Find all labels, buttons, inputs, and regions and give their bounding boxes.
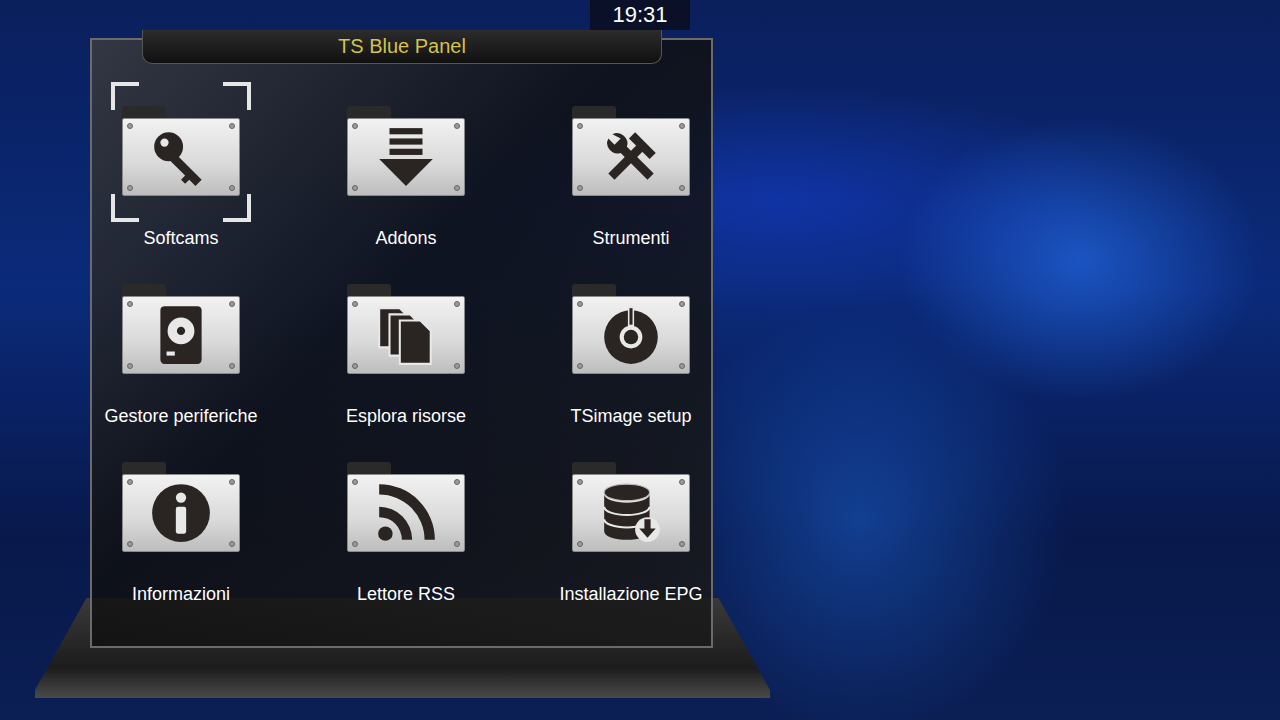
folder-body: [347, 296, 465, 374]
panel-item[interactable]: TSimage setup: [542, 260, 720, 428]
selection-frame[interactable]: [561, 438, 701, 578]
icon-grid: Softcams Addons Strumenti Gestore periferic…: [92, 40, 711, 606]
item-label[interactable]: Installazione EPG: [559, 582, 702, 606]
folder-body: [572, 296, 690, 374]
screw-icon: [352, 185, 358, 191]
selection-frame[interactable]: [336, 438, 476, 578]
screw-icon: [127, 363, 133, 369]
rss-icon: [373, 480, 439, 546]
epg-database-icon: [598, 480, 664, 546]
screw-icon: [454, 301, 460, 307]
panel-item[interactable]: Lettore RSS: [317, 438, 495, 606]
panel-item[interactable]: Softcams: [92, 82, 270, 250]
folder-icon[interactable]: [122, 106, 240, 198]
clock: 19:31: [590, 0, 690, 30]
screw-icon: [679, 479, 685, 485]
screw-icon: [229, 301, 235, 307]
screw-icon: [679, 541, 685, 547]
selection-frame[interactable]: [111, 438, 251, 578]
selection-frame[interactable]: [561, 82, 701, 222]
screw-icon: [577, 363, 583, 369]
folder-body: [572, 474, 690, 552]
selection-frame[interactable]: [111, 82, 251, 222]
selection-corner: [223, 194, 251, 222]
screw-icon: [352, 479, 358, 485]
panel-item[interactable]: Esplora risorse: [317, 260, 495, 428]
screw-icon: [577, 479, 583, 485]
screw-icon: [127, 185, 133, 191]
screw-icon: [229, 185, 235, 191]
download-icon: [373, 124, 439, 190]
panel-item[interactable]: Addons: [317, 82, 495, 250]
screw-icon: [127, 123, 133, 129]
screw-icon: [454, 363, 460, 369]
screw-icon: [454, 185, 460, 191]
item-label[interactable]: Gestore periferiche: [104, 404, 257, 428]
panel-title: TS Blue Panel: [142, 30, 662, 64]
folder-body: [122, 296, 240, 374]
screw-icon: [127, 301, 133, 307]
item-label[interactable]: Esplora risorse: [346, 404, 466, 428]
screw-icon: [577, 301, 583, 307]
folder-icon[interactable]: [572, 462, 690, 554]
screw-icon: [454, 541, 460, 547]
folder-icon[interactable]: [347, 284, 465, 376]
folder-icon[interactable]: [122, 284, 240, 376]
panel-item[interactable]: Strumenti: [542, 82, 720, 250]
item-label[interactable]: Softcams: [143, 226, 218, 250]
screw-icon: [454, 123, 460, 129]
item-label[interactable]: TSimage setup: [570, 404, 691, 428]
item-label[interactable]: Informazioni: [132, 582, 230, 606]
screw-icon: [679, 185, 685, 191]
screw-icon: [229, 123, 235, 129]
selection-frame[interactable]: [336, 260, 476, 400]
documents-icon: [373, 302, 439, 368]
screw-icon: [352, 363, 358, 369]
folder-body: [347, 118, 465, 196]
folder-icon[interactable]: [347, 462, 465, 554]
selection-corner: [223, 82, 251, 110]
screw-icon: [352, 123, 358, 129]
screw-icon: [577, 123, 583, 129]
panel-item[interactable]: Installazione EPG: [542, 438, 720, 606]
screw-icon: [229, 363, 235, 369]
screw-icon: [679, 123, 685, 129]
folder-body: [572, 118, 690, 196]
folder-icon[interactable]: [572, 106, 690, 198]
screw-icon: [454, 479, 460, 485]
folder-icon[interactable]: [122, 462, 240, 554]
key-icon: [148, 124, 214, 190]
folder-icon[interactable]: [347, 106, 465, 198]
screw-icon: [577, 185, 583, 191]
folder-body: [347, 474, 465, 552]
screw-icon: [127, 541, 133, 547]
screw-icon: [229, 479, 235, 485]
folder-icon[interactable]: [572, 284, 690, 376]
screw-icon: [127, 479, 133, 485]
item-label[interactable]: Lettore RSS: [357, 582, 455, 606]
blue-panel: TS Blue PanelSoftcamsAddonsStrumentiGest…: [90, 38, 713, 648]
selection-corner: [111, 194, 139, 222]
gear-icon: [598, 302, 664, 368]
tv-screen: 19:31TS Blue Panel Softcams Addons Strument…: [0, 0, 1280, 720]
selection-frame[interactable]: [336, 82, 476, 222]
info-icon: [148, 480, 214, 546]
item-label[interactable]: Addons: [375, 226, 436, 250]
hard-disk-icon: [148, 302, 214, 368]
screw-icon: [679, 363, 685, 369]
screw-icon: [679, 301, 685, 307]
panel-item[interactable]: Informazioni: [92, 438, 270, 606]
folder-body: [122, 118, 240, 196]
item-label[interactable]: Strumenti: [592, 226, 669, 250]
tools-icon: [598, 124, 664, 190]
screw-icon: [577, 541, 583, 547]
selection-frame[interactable]: [561, 260, 701, 400]
selection-frame[interactable]: [111, 260, 251, 400]
screw-icon: [352, 541, 358, 547]
folder-body: [122, 474, 240, 552]
screw-icon: [229, 541, 235, 547]
screw-icon: [352, 301, 358, 307]
panel-item[interactable]: Gestore periferiche: [92, 260, 270, 428]
